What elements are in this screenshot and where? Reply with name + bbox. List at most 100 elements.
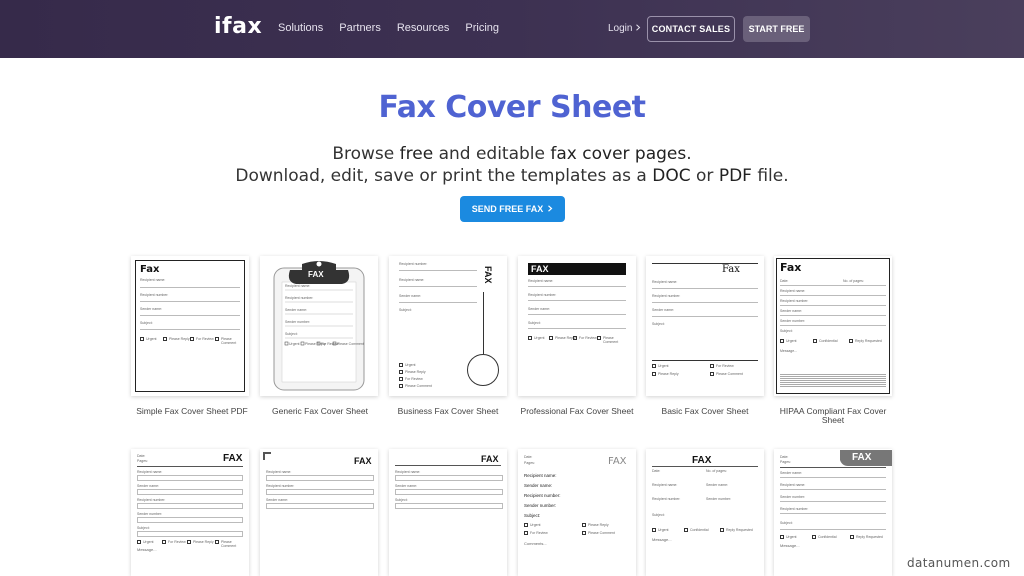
send-free-fax-button[interactable]: SEND FREE FAX (460, 196, 565, 222)
thumb-field-label: Date: (780, 455, 789, 459)
thumb-check-label: Reply Requested (856, 535, 883, 539)
thumb-check-label: Urgent (786, 339, 797, 343)
thumb-checkbox (399, 384, 403, 388)
nav-link-partners[interactable]: Partners (339, 22, 381, 34)
chevron-right-icon (547, 204, 553, 214)
template-card-hipaa[interactable]: Fax Date: No. of pages: Recipient name: … (774, 256, 892, 396)
thumb-title: FAX (223, 453, 243, 464)
thumb-field (137, 531, 243, 537)
template-label[interactable]: Basic Fax Cover Sheet (640, 407, 770, 416)
template-card-professional[interactable]: FAX Recipient name: Recipient number: Se… (518, 256, 636, 396)
thumb-checkbox (780, 535, 784, 539)
thumb-field-label: Subject: (285, 332, 298, 336)
thumb-check-label: Please Comment (405, 384, 432, 388)
thumb-field-label: Sender name: (780, 309, 802, 313)
template-card[interactable]: Date: Pages: FAX Recipient name: Sender … (131, 449, 249, 576)
watermark: datanumen.com (907, 556, 1011, 570)
thumb-check-label: Urgent (289, 342, 300, 346)
thumb-check-label: For Review (716, 364, 734, 368)
thumb-line (780, 513, 886, 514)
thumb-field-label: Sender name: (524, 483, 553, 488)
nav-link-resources[interactable]: Resources (397, 22, 450, 34)
nav-link-pricing[interactable]: Pricing (465, 22, 499, 34)
thumb-field-label: Sender number: (780, 319, 806, 323)
thumb-field (266, 489, 374, 495)
thumb-checkbox (140, 337, 144, 341)
thumb-field-label: Subject: (137, 526, 150, 530)
thumb-field-label: Subject: (780, 521, 793, 525)
thumb-check-label: Reply Requested (726, 528, 753, 532)
thumb-title: FAX (308, 270, 324, 279)
template-card-generic[interactable]: FAX Recipient name: Recipient number: Se… (260, 256, 378, 396)
nav-links: Solutions Partners Resources Pricing (278, 22, 499, 34)
template-card[interactable]: Date: Pages: FAX Recipient name: Sender … (518, 449, 636, 576)
template-label[interactable]: Simple Fax Cover Sheet PDF (127, 407, 257, 416)
thumb-checkbox (190, 337, 194, 341)
thumb-field-label: Recipient name: (399, 278, 425, 282)
thumb-title: Fax (722, 264, 740, 275)
thumb-field-label: Recipient name: (652, 483, 678, 487)
hero-line-1: Browse free and editable fax cover pages… (0, 143, 1024, 165)
thumb-checkbox (720, 528, 724, 532)
hero-highlight: fax cover pages (550, 144, 687, 164)
thumb-field-label: Sender name: (137, 484, 159, 488)
template-card-business[interactable]: Recipient number: Recipient name: Sender… (389, 256, 507, 396)
thumb-field-label: Subject: (652, 513, 665, 517)
thumb-field-label: Comments... (524, 541, 547, 546)
thumb-field-label: Recipient name: (780, 483, 806, 487)
template-card-basic[interactable]: Fax Recipient name: Recipient number: Se… (646, 256, 764, 396)
thumb-checkbox (163, 337, 167, 341)
thumb-checkbox (399, 377, 403, 381)
thumb-field-label: Sender number: (524, 503, 557, 508)
hero-text: Download, edit, save or print the templa… (235, 166, 653, 186)
thumb-checkbox (187, 540, 191, 544)
thumb-field-label: Date: (652, 469, 661, 473)
login-link[interactable]: Login (608, 23, 641, 34)
thumb-checkbox (524, 531, 528, 535)
template-card[interactable]: FAX Recipient name: Recipient number: Se… (260, 449, 378, 576)
thumb-field-label: Recipient name: (528, 279, 554, 283)
thumb-field-label: Recipient number: (140, 293, 169, 297)
thumb-checkbox (597, 336, 601, 340)
thumb-check-label: Confidential (818, 535, 837, 539)
thumb-field-label: Recipient name: (395, 470, 421, 474)
template-label[interactable]: HIPAA Compliant Fax Cover Sheet (768, 407, 898, 425)
thumb-line (395, 465, 501, 466)
thumb-checkbox (399, 370, 403, 374)
thumb-field-label: Recipient number: (780, 507, 809, 511)
thumb-check-label: Please Reply (405, 370, 426, 374)
template-card-simple[interactable]: Fax Recipient name: Recipient number: Se… (131, 256, 249, 396)
thumb-field-label: Subject: (395, 498, 408, 502)
template-card[interactable]: FAX Recipient name: Sender name: Subject… (389, 449, 507, 576)
thumb-check-label: Please Reply (588, 523, 609, 527)
thumb-field-label: Subject: (399, 308, 412, 312)
thumb-field (137, 517, 243, 523)
template-label[interactable]: Professional Fax Cover Sheet (512, 407, 642, 416)
hero-text: and editable (433, 144, 551, 164)
thumb-line (780, 529, 886, 530)
start-free-button[interactable]: START FREE (743, 16, 810, 42)
thumb-checkbox (710, 364, 714, 368)
thumb-check-label: For Review (168, 540, 186, 544)
thumb-field-label: Recipient number: (780, 299, 809, 303)
template-label[interactable]: Business Fax Cover Sheet (383, 407, 513, 416)
login-label: Login (608, 23, 633, 34)
nav-link-solutions[interactable]: Solutions (278, 22, 323, 34)
thumb-checkbox (573, 336, 577, 340)
template-label[interactable]: Generic Fax Cover Sheet (255, 407, 385, 416)
ifax-logo[interactable]: ifax (214, 14, 262, 39)
thumb-checkbox (399, 363, 403, 367)
thumb-line (137, 466, 243, 467)
thumb-line (528, 286, 626, 287)
thumb-check-label: For Review (530, 531, 548, 535)
thumb-check-label: Urgent (530, 523, 541, 527)
contact-sales-button[interactable]: CONTACT SALES (647, 16, 735, 42)
thumb-line (780, 295, 886, 296)
thumb-field-label: No. of pages: (843, 279, 864, 283)
template-card[interactable]: FAX Date: No. of pages: Recipient name: … (646, 449, 764, 576)
thumb-field (395, 475, 503, 481)
thumb-line (652, 360, 758, 361)
thumb-line (528, 328, 626, 329)
template-card[interactable]: FAX Date: Pages: Sender name: Recipient … (774, 449, 892, 576)
thumb-title: Fax (780, 261, 802, 274)
